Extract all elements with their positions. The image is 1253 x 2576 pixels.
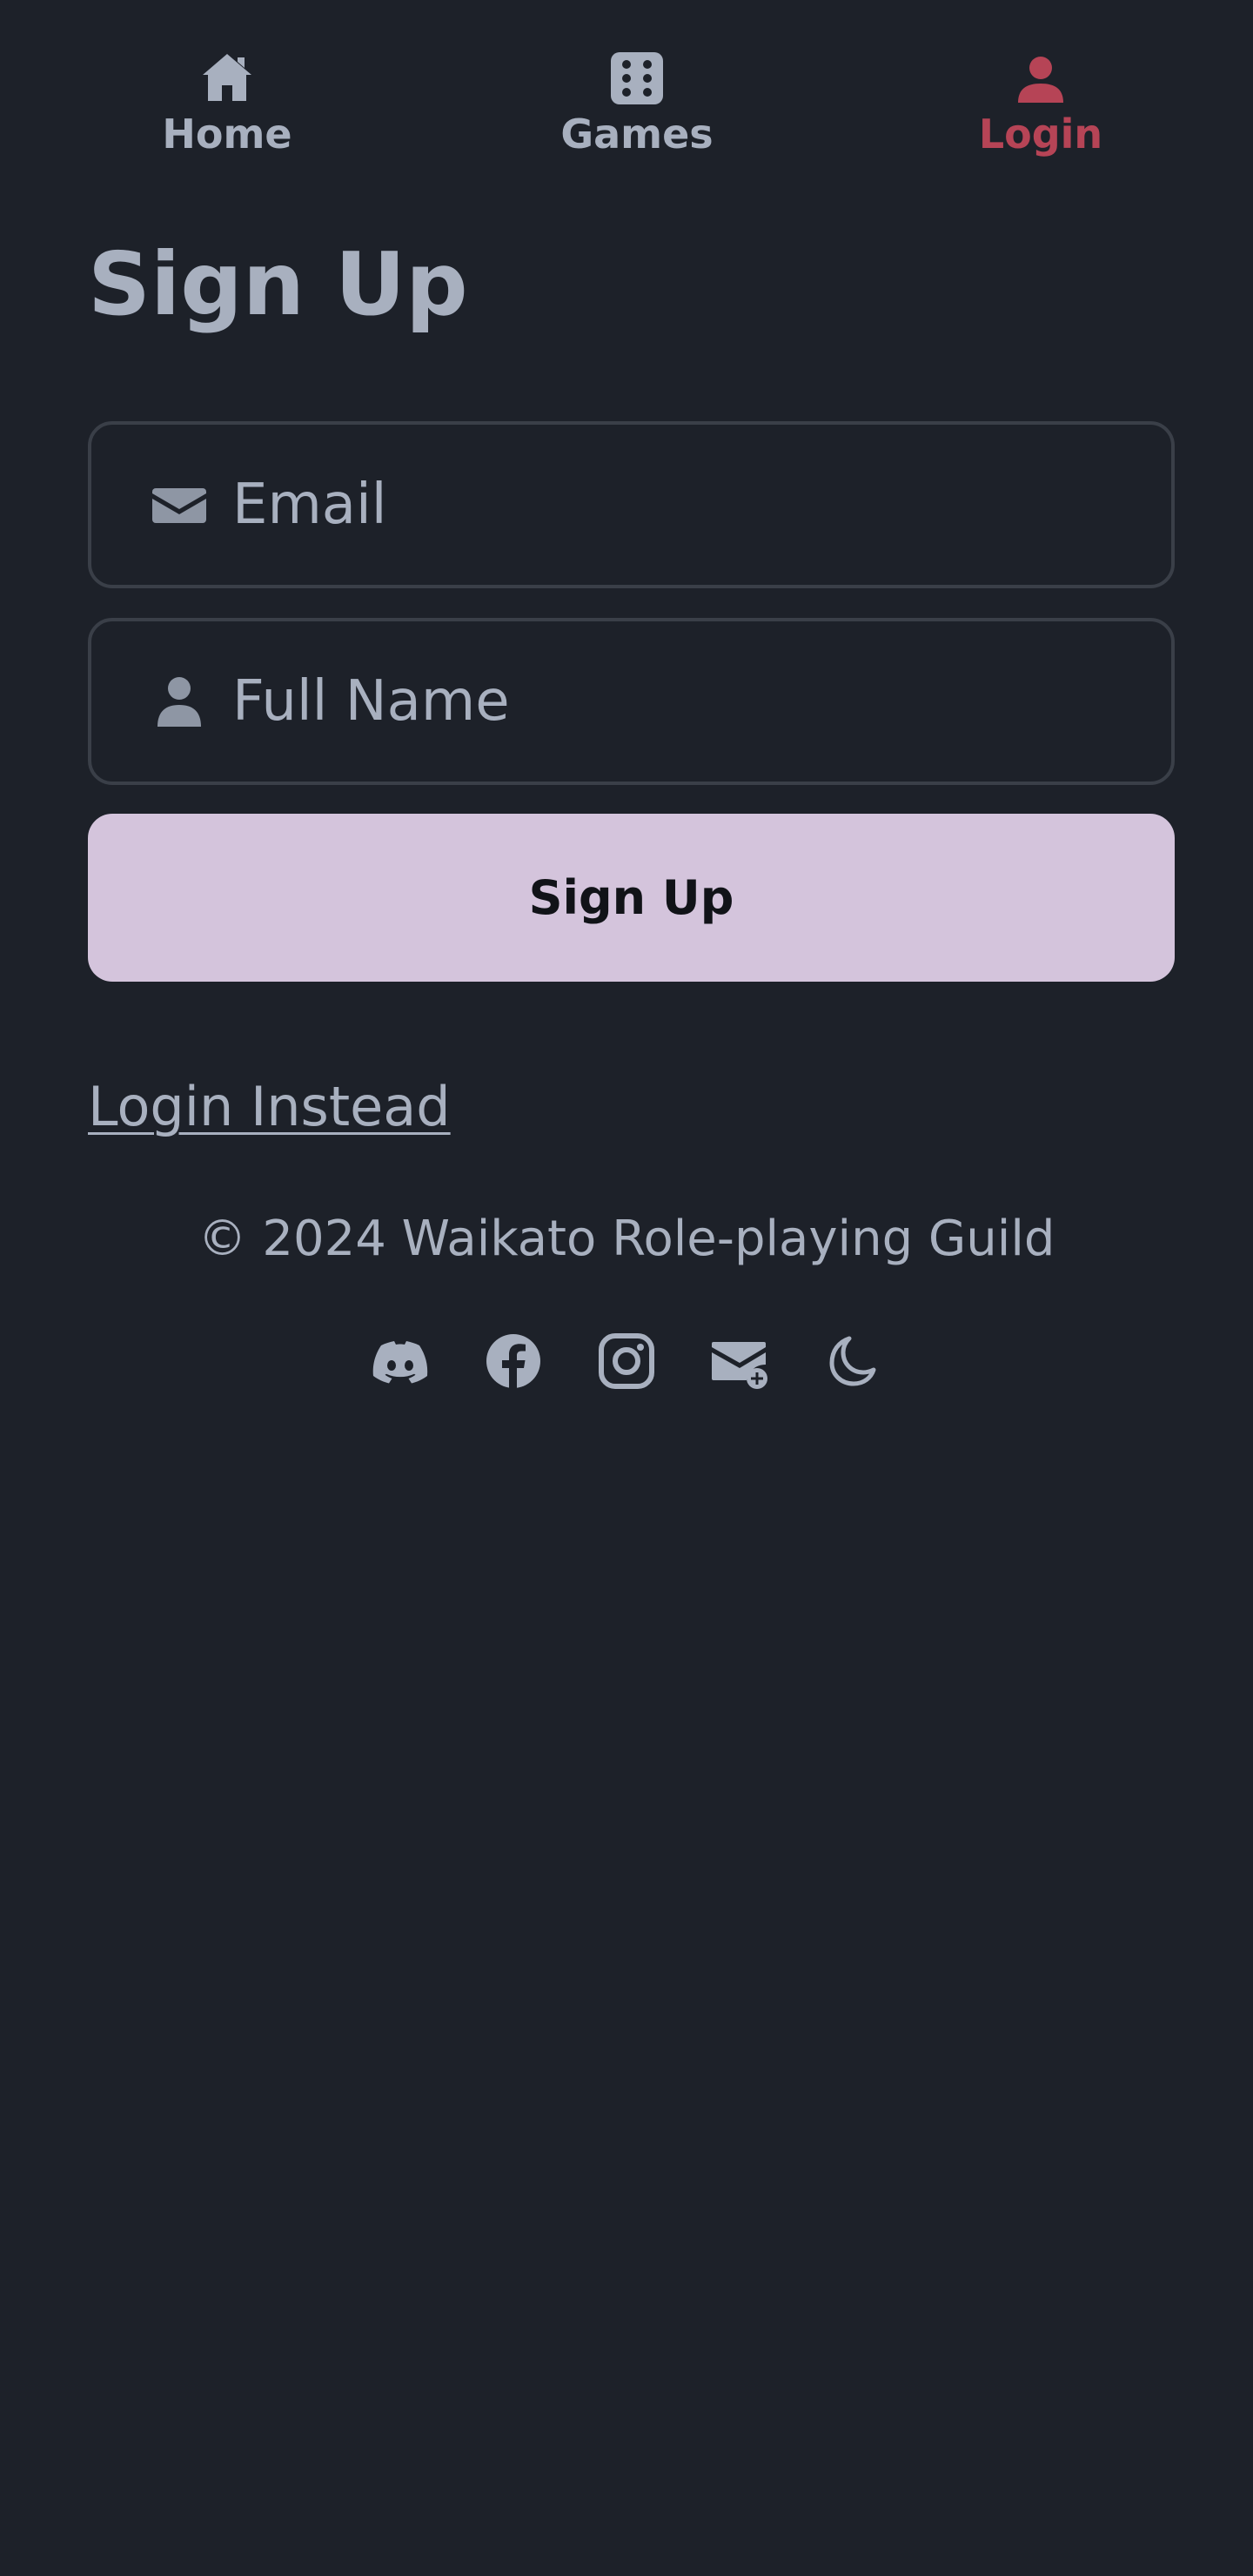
user-icon — [1018, 57, 1063, 103]
full-name-input[interactable] — [232, 621, 1155, 782]
nav-label-home: Home — [162, 111, 292, 158]
instagram-icon — [599, 1333, 654, 1389]
envelope-icon — [152, 488, 206, 523]
email-input[interactable] — [232, 425, 1155, 585]
page: Home Games Login Sign Up Email Full Name… — [0, 0, 1253, 2576]
nav-label-login: Login — [978, 111, 1103, 158]
user-icon — [157, 677, 201, 727]
page-title: Sign Up — [88, 233, 468, 335]
home-icon — [203, 54, 251, 101]
facebook-link[interactable] — [484, 1332, 543, 1391]
moon-icon — [829, 1336, 876, 1386]
copyright-text: © 2024 Waikato Role-playing Guild — [198, 1211, 1055, 1267]
email-field[interactable] — [88, 421, 1175, 588]
facebook-icon — [486, 1334, 540, 1389]
social-links — [0, 1330, 1253, 1392]
sign-up-button[interactable]: Sign Up — [88, 814, 1175, 982]
theme-toggle[interactable] — [823, 1332, 882, 1391]
newsletter-link[interactable] — [710, 1332, 769, 1391]
dice-icon — [611, 52, 663, 104]
discord-icon — [372, 1341, 428, 1384]
nav-item-login[interactable]: Login — [910, 50, 1171, 172]
login-instead-link[interactable]: Login Instead — [88, 1072, 451, 1142]
top-nav: Home Games Login — [0, 0, 1253, 183]
instagram-link[interactable] — [597, 1332, 656, 1391]
full-name-field[interactable] — [88, 618, 1175, 785]
discord-link[interactable] — [371, 1332, 430, 1391]
nav-item-home[interactable]: Home — [97, 50, 358, 172]
mail-plus-icon — [712, 1342, 767, 1389]
nav-label-games: Games — [560, 111, 714, 158]
nav-item-games[interactable]: Games — [506, 50, 767, 172]
